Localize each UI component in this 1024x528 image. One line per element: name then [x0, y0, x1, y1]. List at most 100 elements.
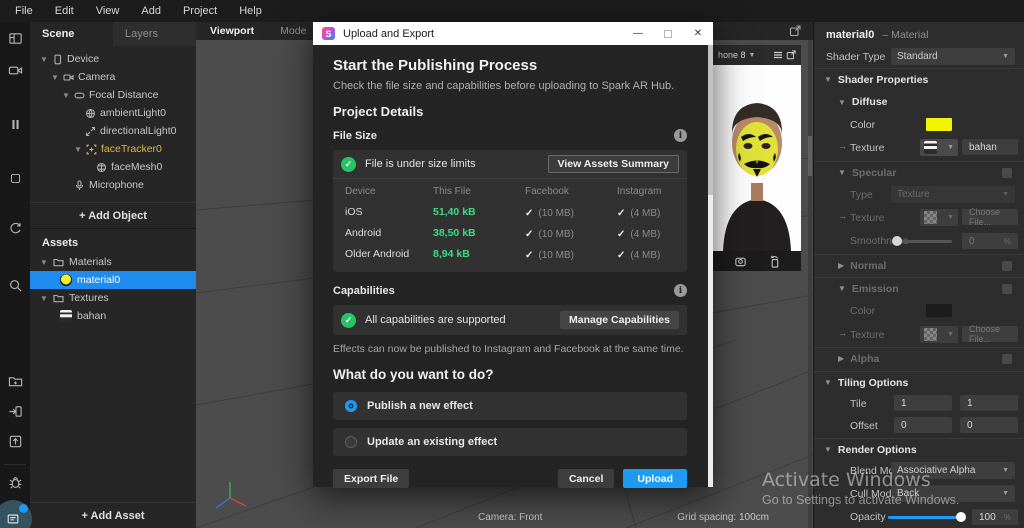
specular-type-dropdown[interactable]: Texture▼	[891, 186, 1015, 203]
add-asset-button[interactable]: + Add Asset	[30, 502, 196, 528]
opacity-value-field[interactable]: 100%	[972, 509, 1018, 525]
emission-choose-file-button[interactable]: Choose File...	[962, 326, 1018, 342]
chevron-down-icon[interactable]: ▼	[40, 258, 48, 267]
flip-camera-icon[interactable]	[734, 255, 747, 268]
opacity-slider[interactable]	[888, 516, 964, 519]
offset-y-field[interactable]: 0	[960, 417, 1018, 433]
tree-item-camera[interactable]: ▼ Camera	[51, 68, 115, 86]
section-specular[interactable]: ▼Specular	[814, 161, 1024, 183]
specular-checkbox[interactable]	[1002, 168, 1012, 178]
diffuse-texture-name-field[interactable]: bahan	[962, 139, 1018, 155]
export-file-button[interactable]: Export File	[333, 469, 409, 488]
specular-texture-picker[interactable]: ▼	[920, 209, 958, 226]
tree-item-microphone[interactable]: Microphone	[74, 176, 144, 194]
chevron-down-icon[interactable]: ▼	[40, 55, 48, 64]
blend-mode-dropdown[interactable]: Associative Alpha▼	[891, 462, 1015, 479]
section-diffuse[interactable]: ▼Diffuse	[814, 91, 1024, 113]
dialog-titlebar[interactable]: S Upload and Export — ✕	[313, 22, 713, 45]
dialog-scrollbar[interactable]	[708, 45, 713, 487]
cancel-button[interactable]: Cancel	[558, 469, 614, 488]
section-alpha[interactable]: ▶Alpha	[814, 347, 1024, 369]
tab-viewport[interactable]: Viewport	[210, 25, 254, 37]
emission-checkbox[interactable]	[1002, 284, 1012, 294]
menu-view[interactable]: View	[85, 5, 131, 17]
feedback-avatar-button[interactable]	[0, 500, 32, 528]
tab-layers[interactable]: Layers	[113, 22, 196, 46]
diffuse-color-swatch[interactable]	[926, 118, 952, 131]
section-normal[interactable]: ▶Normal	[814, 254, 1024, 276]
tab-mode[interactable]: Mode	[280, 25, 306, 37]
tree-item-device[interactable]: ▼ Device	[40, 50, 99, 68]
cull-mode-dropdown[interactable]: Back▼	[891, 485, 1015, 502]
assets-folder-materials[interactable]: ▼ Materials	[30, 253, 196, 271]
menu-add[interactable]: Add	[130, 5, 172, 17]
tile-x-field[interactable]: 1	[894, 395, 952, 411]
section-shader-properties[interactable]: ▼Shader Properties	[814, 68, 1024, 90]
col-instagram: Instagram	[617, 186, 675, 197]
section-render-options[interactable]: ▼Render Options	[814, 438, 1024, 460]
option-publish-new-effect[interactable]: Publish a new effect	[333, 392, 687, 420]
menu-project[interactable]: Project	[172, 5, 228, 17]
add-object-button[interactable]: + Add Object	[30, 202, 196, 228]
menu-file[interactable]: File	[4, 5, 44, 17]
alpha-checkbox[interactable]	[1002, 354, 1012, 364]
restart-icon[interactable]	[7, 220, 23, 236]
export-icon[interactable]	[7, 433, 23, 449]
pause-icon[interactable]	[7, 116, 23, 132]
chevron-down-icon[interactable]: ▼	[74, 145, 82, 154]
chevron-down-icon[interactable]: ▼	[51, 73, 59, 82]
section-emission[interactable]: ▼Emission	[814, 277, 1024, 299]
asset-item-bahan[interactable]: bahan	[30, 307, 196, 325]
test-device-bug-icon[interactable]	[7, 474, 23, 490]
search-icon[interactable]	[7, 277, 23, 293]
menu-edit[interactable]: Edit	[44, 5, 85, 17]
close-button[interactable]: ✕	[683, 22, 713, 45]
rotate-device-icon[interactable]	[768, 255, 781, 268]
tree-item-directional-light[interactable]: directionalLight0	[85, 122, 176, 140]
diffuse-texture-picker[interactable]: ▼	[920, 139, 958, 156]
menu-help[interactable]: Help	[228, 5, 273, 17]
shader-type-dropdown[interactable]: Standard▼	[891, 48, 1015, 65]
stop-icon[interactable]	[7, 170, 23, 186]
viewport-scrollbar[interactable]	[808, 40, 812, 528]
asset-item-material0[interactable]: material0	[30, 271, 196, 289]
minimize-button[interactable]: —	[623, 22, 653, 45]
info-icon[interactable]: i	[674, 129, 687, 142]
layout-panels-icon[interactable]	[7, 30, 23, 46]
offset-x-field[interactable]: 0	[894, 417, 952, 433]
normal-checkbox[interactable]	[1002, 261, 1012, 271]
maximize-button[interactable]	[653, 22, 683, 45]
simulator-device-select[interactable]: hone 8	[718, 50, 746, 60]
smoothness-value-field[interactable]: 0%	[962, 233, 1018, 249]
tree-item-face-tracker[interactable]: ▼ faceTracker0	[74, 140, 162, 158]
emission-texture-picker[interactable]: ▼	[920, 326, 958, 343]
tab-scene[interactable]: Scene	[30, 22, 113, 46]
smoothness-slider[interactable]	[894, 240, 952, 243]
open-external-icon[interactable]	[786, 50, 796, 60]
tree-item-ambient-light[interactable]: ambientLight0	[85, 104, 166, 122]
tree-item-focal-distance[interactable]: ▼ Focal Distance	[62, 86, 158, 104]
assets-folder-textures[interactable]: ▼ Textures	[30, 289, 196, 307]
video-camera-icon[interactable]	[7, 62, 23, 78]
folder-icon	[53, 293, 64, 304]
chevron-down-icon[interactable]: ▼	[40, 294, 48, 303]
new-folder-icon[interactable]	[7, 373, 23, 389]
spark-ar-logo: S	[322, 27, 335, 40]
tree-item-face-mesh[interactable]: faceMesh0	[96, 158, 162, 176]
manage-capabilities-button[interactable]: Manage Capabilities	[560, 311, 679, 329]
chevron-down-icon[interactable]: ▼	[749, 52, 756, 59]
section-tiling-options[interactable]: ▼Tiling Options	[814, 371, 1024, 393]
open-external-icon[interactable]	[789, 25, 801, 37]
upload-button[interactable]: Upload	[623, 469, 687, 488]
radio-selected-icon[interactable]	[345, 400, 357, 412]
info-icon[interactable]: i	[674, 284, 687, 297]
tile-y-field[interactable]: 1	[960, 395, 1018, 411]
chevron-down-icon[interactable]: ▼	[62, 91, 70, 100]
import-icon[interactable]	[7, 403, 23, 419]
radio-unselected-icon[interactable]	[345, 436, 357, 448]
option-update-existing-effect[interactable]: Update an existing effect	[333, 428, 687, 456]
emission-color-swatch[interactable]	[926, 304, 952, 317]
specular-choose-file-button[interactable]: Choose File...	[962, 209, 1018, 225]
view-assets-summary-button[interactable]: View Assets Summary	[548, 155, 679, 173]
menu-icon[interactable]	[773, 50, 783, 60]
